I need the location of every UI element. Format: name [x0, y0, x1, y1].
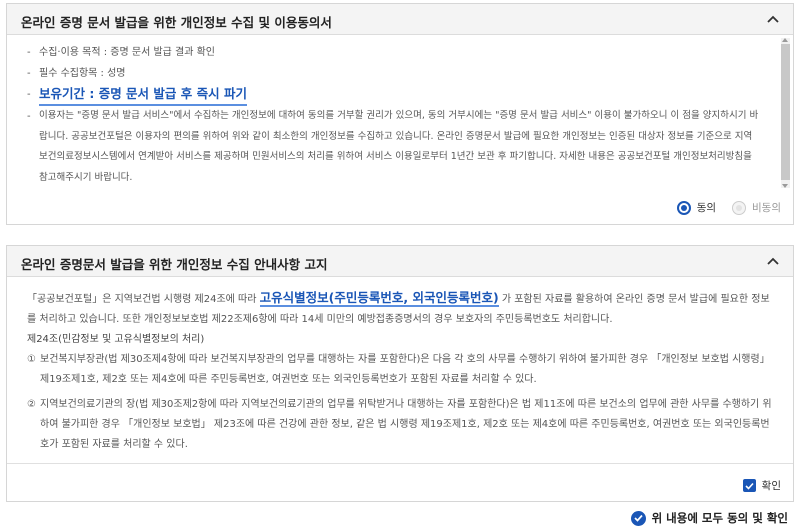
consent-radio-group: 동의 비동의: [661, 200, 781, 215]
list-item: - 이용자는 "증명 문서 발급 서비스"에서 수집하는 개인정보에 대하여 동…: [27, 106, 759, 188]
radio-checked-icon: [676, 200, 691, 215]
consent-scroll-area[interactable]: - 수집·이용 목적 : 증명 문서 발급 결과 확인 - 필수 수집항목 : …: [7, 36, 793, 190]
chevron-up-icon[interactable]: [765, 12, 781, 26]
list-item: - 필수 수집항목 : 성명: [27, 63, 759, 84]
consent-panel-title: 온라인 증명 문서 발급을 위한 개인정보 수집 및 이용동의서: [21, 15, 332, 30]
divider: [7, 463, 793, 464]
consent-panel-header[interactable]: 온라인 증명 문서 발급을 위한 개인정보 수집 및 이용동의서: [7, 4, 793, 35]
consent-panel: 온라인 증명 문서 발급을 위한 개인정보 수집 및 이용동의서 - 수집·이용…: [6, 3, 794, 225]
list-item: - 수집·이용 목적 : 증명 문서 발급 결과 확인: [27, 42, 759, 63]
confirm-checkbox[interactable]: 확인: [742, 478, 781, 493]
scroll-down-arrow-icon[interactable]: [782, 184, 788, 188]
unique-id-highlight: 고유식별정보(주민등록번호, 외국인등록번호): [259, 290, 499, 307]
notice-body: 「공공보건포털」은 지역보건법 시행령 제24조에 따라 고유식별정보(주민등록…: [7, 278, 793, 458]
disagree-radio[interactable]: 비동의: [732, 200, 781, 215]
disagree-label: 비동의: [752, 202, 781, 214]
notice-panel: 온라인 증명문서 발급을 위한 개인정보 수집 안내사항 고지 「공공보건포털」…: [6, 245, 794, 502]
checkmark-icon: [742, 479, 756, 492]
radio-unchecked-icon: [732, 200, 747, 215]
purpose-text: 수집·이용 목적 : 증명 문서 발급 결과 확인: [39, 47, 215, 58]
refusal-notice-text: 이용자는 "증명 문서 발급 서비스"에서 수집하는 개인정보에 대하여 동의를…: [39, 110, 759, 183]
list-item: ① 보건복지부장관(법 제30조제4항에 따라 보건복지부장관의 업무를 대행하…: [27, 354, 770, 385]
chevron-up-icon[interactable]: [765, 254, 781, 268]
required-fields-text: 필수 수집항목 : 성명: [39, 68, 126, 79]
list-item: ② 지역보건의료기관의 장(법 제30조제2항에 따라 지역보건의료기관의 업무…: [27, 399, 772, 450]
check-circle-icon: [630, 510, 646, 526]
agree-radio[interactable]: 동의: [676, 200, 717, 215]
all-agree-label: 위 내용에 모두 동의 및 확인: [651, 511, 788, 525]
scrollbar-thumb[interactable]: [781, 44, 790, 180]
notice-intro: 「공공보건포털」은 지역보건법 시행령 제24조에 따라 고유식별정보(주민등록…: [27, 290, 770, 325]
retention-period-text: 보유기간 : 증명 문서 발급 후 즉시 파기: [39, 84, 247, 106]
agree-label: 동의: [696, 202, 717, 214]
notice-panel-title: 온라인 증명문서 발급을 위한 개인정보 수집 안내사항 고지: [21, 257, 328, 272]
confirm-label: 확인: [761, 480, 781, 492]
list-item: - 보유기간 : 증명 문서 발급 후 즉시 파기: [27, 84, 759, 106]
all-agree-button[interactable]: 위 내용에 모두 동의 및 확인: [630, 510, 788, 526]
notice-panel-header[interactable]: 온라인 증명문서 발급을 위한 개인정보 수집 안내사항 고지: [7, 246, 793, 277]
section-heading: 제24조(민감정보 및 고유식별정보의 처리): [27, 334, 205, 345]
scrollbar[interactable]: [781, 38, 790, 188]
scroll-up-arrow-icon[interactable]: [782, 38, 788, 42]
